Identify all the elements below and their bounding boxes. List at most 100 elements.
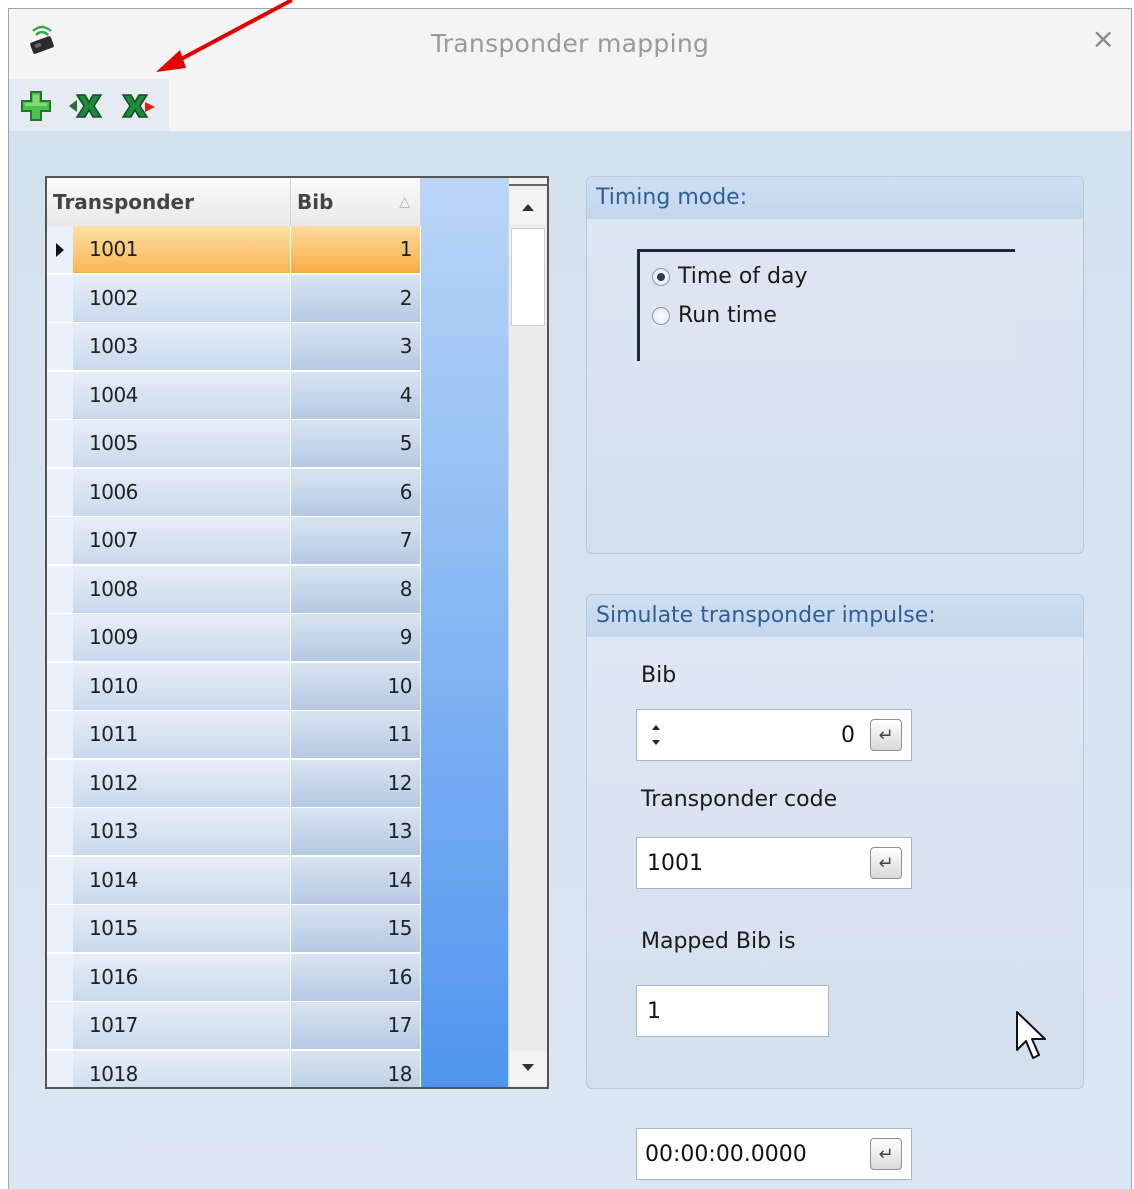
cell-transponder[interactable]: 1015 (73, 905, 291, 953)
scroll-down-button[interactable] (510, 1051, 546, 1085)
cell-bib[interactable]: 3 (291, 323, 421, 371)
row-indicator[interactable] (47, 1002, 73, 1050)
cell-transponder[interactable]: 1018 (73, 1050, 291, 1087)
time-enter-button[interactable]: ↵ (870, 1138, 902, 1170)
scrollbar-top-edge (509, 178, 547, 186)
cell-bib[interactable]: 6 (291, 468, 421, 517)
table-row[interactable]: 1011 11 (47, 711, 421, 759)
table-row[interactable]: 1006 6 (47, 468, 421, 517)
cell-transponder[interactable]: 1012 (73, 759, 291, 808)
scrollbar-thumb[interactable] (511, 228, 545, 326)
bib-enter-button[interactable]: ↵ (870, 719, 902, 751)
cell-transponder[interactable]: 1010 (73, 662, 291, 711)
table-row[interactable]: 1014 14 (47, 856, 421, 905)
row-indicator[interactable] (47, 323, 73, 371)
table-row[interactable]: 1018 18 (47, 1050, 421, 1087)
cell-transponder[interactable]: 1004 (73, 371, 291, 420)
row-indicator[interactable] (47, 953, 73, 1002)
transponder-code-enter-button[interactable]: ↵ (870, 847, 902, 879)
row-indicator[interactable] (47, 1050, 73, 1087)
row-indicator[interactable] (47, 371, 73, 420)
table-row[interactable]: 1012 12 (47, 759, 421, 808)
row-indicator[interactable] (47, 711, 73, 759)
cell-transponder[interactable]: 1005 (73, 420, 291, 468)
cell-transponder[interactable]: 1003 (73, 323, 291, 371)
row-indicator[interactable] (47, 662, 73, 711)
row-indicator[interactable] (47, 517, 73, 565)
cell-bib[interactable]: 4 (291, 371, 421, 420)
excel-export-button[interactable] (119, 87, 157, 125)
transponder-code-input[interactable]: 1001 ↵ (636, 837, 912, 889)
cell-bib[interactable]: 2 (291, 274, 421, 323)
cell-bib[interactable]: 11 (291, 711, 421, 759)
cell-bib[interactable]: 18 (291, 1050, 421, 1087)
grid-vertical-scrollbar[interactable] (508, 178, 547, 1087)
simulate-impulse-title: Simulate transponder impulse: (587, 595, 1083, 637)
column-header-bib[interactable]: Bib △ (291, 178, 421, 226)
close-icon[interactable]: × (1092, 25, 1115, 53)
table-row[interactable]: 1002 2 (47, 274, 421, 323)
transponder-mapping-window: Transponder mapping × Transponder Bib △ … (8, 8, 1132, 1189)
radio-run-time[interactable]: Run time (652, 303, 777, 328)
transponder-grid[interactable]: Transponder Bib △ 1001 1 1002 2 1003 3 1004 4 10… (45, 176, 549, 1089)
row-indicator[interactable] (47, 614, 73, 662)
row-indicator[interactable] (47, 420, 73, 468)
time-input[interactable]: 00:00:00.0000 ↵ (636, 1128, 912, 1180)
cell-transponder[interactable]: 1006 (73, 468, 291, 517)
radio-time-of-day[interactable]: Time of day (652, 264, 808, 289)
row-indicator[interactable] (47, 565, 73, 614)
table-row[interactable]: 1016 16 (47, 953, 421, 1002)
table-row[interactable]: 1005 5 (47, 420, 421, 468)
row-indicator[interactable] (47, 468, 73, 517)
table-row[interactable]: 1004 4 (47, 371, 421, 420)
cell-bib[interactable]: 8 (291, 565, 421, 614)
cell-bib[interactable]: 10 (291, 662, 421, 711)
cell-transponder[interactable]: 1017 (73, 1002, 291, 1050)
cell-transponder[interactable]: 1016 (73, 953, 291, 1002)
row-indicator[interactable] (47, 808, 73, 856)
cell-bib[interactable]: 7 (291, 517, 421, 565)
bib-spinner-input[interactable]: 0 ↵ (636, 709, 912, 761)
cell-bib[interactable]: 9 (291, 614, 421, 662)
cell-bib[interactable]: 15 (291, 905, 421, 953)
radio-checked-icon[interactable] (652, 267, 670, 286)
table-row[interactable]: 1013 13 (47, 808, 421, 856)
row-indicator[interactable] (47, 759, 73, 808)
add-button[interactable] (17, 87, 55, 125)
table-row[interactable]: 1009 9 (47, 614, 421, 662)
cell-bib[interactable]: 14 (291, 856, 421, 905)
cell-bib[interactable]: 5 (291, 420, 421, 468)
table-row[interactable]: 1007 7 (47, 517, 421, 565)
table-row[interactable]: 1003 3 (47, 323, 421, 371)
cell-transponder[interactable]: 1011 (73, 711, 291, 759)
table-row[interactable]: 1001 1 (47, 226, 421, 274)
row-indicator[interactable] (47, 226, 73, 274)
excel-import-button[interactable] (67, 87, 105, 125)
table-row[interactable]: 1008 8 (47, 565, 421, 614)
cell-transponder[interactable]: 1013 (73, 808, 291, 856)
row-indicator[interactable] (47, 856, 73, 905)
row-indicator[interactable] (47, 274, 73, 323)
cell-bib[interactable]: 16 (291, 953, 421, 1002)
row-indicator[interactable] (47, 905, 73, 953)
cell-bib[interactable]: 12 (291, 759, 421, 808)
cell-transponder[interactable]: 1002 (73, 274, 291, 323)
cell-bib[interactable]: 1 (291, 226, 421, 274)
table-row[interactable]: 1015 15 (47, 905, 421, 953)
cell-transponder[interactable]: 1008 (73, 565, 291, 614)
table-row[interactable]: 1017 17 (47, 1002, 421, 1050)
table-row[interactable]: 1010 10 (47, 662, 421, 711)
radio-unchecked-icon[interactable] (652, 306, 670, 325)
cell-bib[interactable]: 17 (291, 1002, 421, 1050)
add-plus-icon (21, 91, 51, 121)
spinner-arrows-icon[interactable] (649, 716, 663, 754)
cell-transponder[interactable]: 1009 (73, 614, 291, 662)
chevron-down-icon (522, 1064, 534, 1071)
cell-transponder[interactable]: 1001 (73, 226, 291, 274)
timing-mode-radio-group: Time of day Run time (637, 249, 1015, 361)
column-header-transponder[interactable]: Transponder (47, 178, 291, 226)
cell-transponder[interactable]: 1007 (73, 517, 291, 565)
cell-transponder[interactable]: 1014 (73, 856, 291, 905)
scroll-up-button[interactable] (510, 190, 546, 224)
cell-bib[interactable]: 13 (291, 808, 421, 856)
